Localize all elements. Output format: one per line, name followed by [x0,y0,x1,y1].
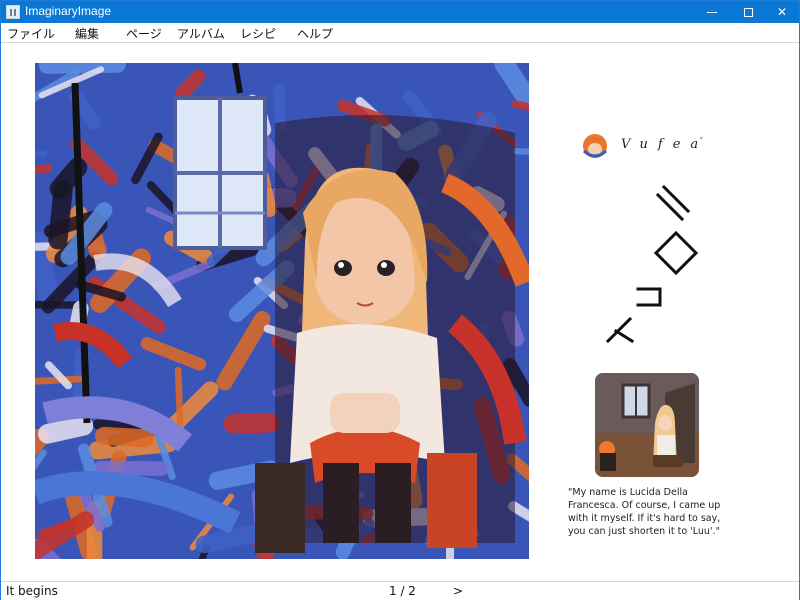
menu-file[interactable]: ファイル [7,25,55,42]
menu-help[interactable]: ヘルプ [297,25,333,42]
minimize-icon [707,12,717,13]
brush-stroke [174,366,184,427]
brush-stroke [37,416,94,444]
thumbnail-image[interactable] [595,373,699,477]
girl-in-cabin-thumbnail [595,373,699,477]
character-quote: "My name is Lucida Della Francesca. Of c… [568,487,721,537]
brush-stroke [35,164,53,175]
maximize-icon [743,8,753,17]
close-button[interactable]: ✕ [763,1,800,23]
page-indicator: 1 / 2 [389,584,416,598]
painted-portrait-image [35,63,529,559]
chevron-down-icon[interactable]: ˅ [699,137,704,147]
maximize-button[interactable] [729,1,767,23]
status-text: It begins [6,584,58,598]
title-bar[interactable]: ImaginaryImage ✕ [1,1,799,23]
stylized-title [596,181,706,361]
stylized-katakana-title [605,184,699,344]
author-avatar-icon [582,134,608,158]
menu-edit[interactable]: 編集 [75,25,99,42]
brush-stroke [94,426,154,448]
menu-bar: ファイル 編集 ページ アルバム レシピ ヘルプ [1,23,799,43]
author-name[interactable]: Vufea [621,137,708,152]
brush-stroke [513,147,529,155]
app-window: ImaginaryImage ✕ ファイル 編集 ページ アルバム レシピ ヘル… [0,0,800,600]
next-page-button[interactable]: > [453,584,463,598]
brush-stroke [93,460,169,476]
brush-stroke [223,412,280,434]
app-icon [6,5,20,19]
window-title: ImaginaryImage [25,4,112,18]
menu-album[interactable]: アルバム [177,25,225,42]
status-bar: It begins 1 / 2 > [1,581,799,600]
brush-stroke [38,63,126,74]
main-artwork [35,63,529,559]
menu-page[interactable]: ページ [126,25,162,42]
brush-stroke [273,83,286,132]
menu-recipe[interactable]: レシピ [240,25,276,42]
minimize-button[interactable] [693,1,731,23]
